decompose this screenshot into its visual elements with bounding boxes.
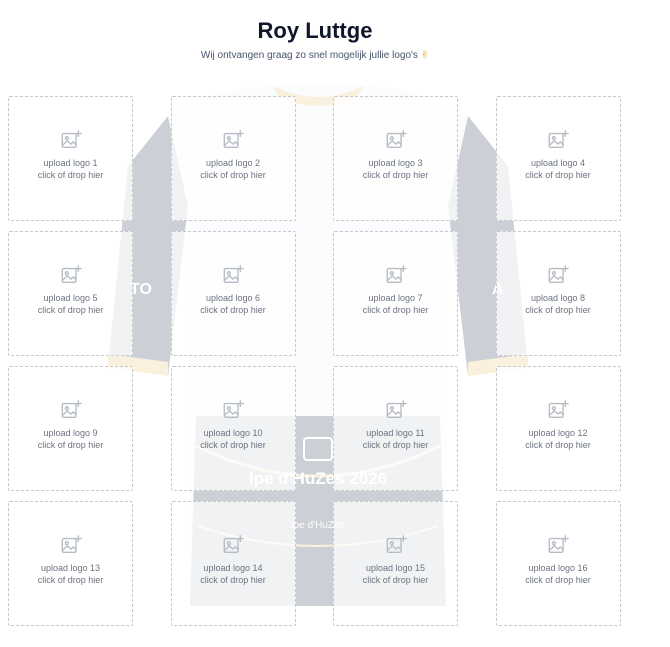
upload-slot-hint: click of drop hier [200, 304, 266, 315]
image-plus-icon [222, 399, 244, 421]
upload-slot-8[interactable]: upload logo 8 click of drop hier [495, 231, 621, 356]
page-title: Roy Luttge [257, 18, 373, 43]
upload-slot-label: upload logo 4 [530, 157, 586, 168]
upload-slot-14[interactable]: upload logo 14 click of drop hier [170, 501, 296, 626]
upload-grid: upload logo 1 click of drop hier upload … [8, 96, 621, 626]
upload-slot-hint: click of drop hier [37, 304, 104, 315]
image-plus-icon [547, 264, 569, 286]
upload-slot-12[interactable]: upload logo 12 click of drop hier [495, 366, 621, 491]
upload-slot-label: upload logo 1 [43, 157, 98, 168]
upload-slot-label: upload logo 9 [43, 427, 98, 438]
upload-slot-1[interactable]: upload logo 1 click of drop hier [8, 96, 133, 221]
upload-slot-hint: click of drop hier [362, 304, 429, 315]
image-plus-icon [385, 534, 407, 556]
upload-slot-hint: click of drop hier [37, 169, 104, 180]
upload-slot-label: upload logo 11 [366, 427, 425, 438]
upload-slot-9[interactable]: upload logo 9 click of drop hier [8, 366, 133, 491]
upload-slot-label: upload logo 6 [205, 292, 261, 303]
image-plus-icon [385, 264, 407, 286]
upload-slot-11[interactable]: upload logo 11 click of drop hier [333, 366, 458, 491]
upload-slot-hint: click of drop hier [525, 574, 591, 585]
victory-hand-emoji: ✌ [420, 50, 430, 61]
page-subtitle: Wij ontvangen graag zo snel mogelijk jul… [0, 50, 630, 61]
upload-slot-4[interactable]: upload logo 4 click of drop hier [495, 96, 621, 221]
upload-slot-15[interactable]: upload logo 15 click of drop hier [333, 501, 458, 626]
upload-slot-6[interactable]: upload logo 6 click of drop hier [170, 231, 296, 356]
upload-slot-hint: click of drop hier [525, 169, 591, 180]
upload-slot-label: upload logo 7 [368, 292, 423, 303]
upload-slot-hint: click of drop hier [200, 439, 266, 450]
subtitle-text: Wij ontvangen graag zo snel mogelijk jul… [200, 50, 418, 61]
image-plus-icon [547, 399, 569, 421]
image-plus-icon [385, 399, 407, 421]
image-plus-icon [385, 129, 407, 151]
upload-slot-label: upload logo 10 [203, 427, 263, 438]
upload-slot-hint: click of drop hier [37, 439, 104, 450]
upload-slot-label: upload logo 8 [530, 292, 586, 303]
upload-slot-7[interactable]: upload logo 7 click of drop hier [333, 231, 458, 356]
image-plus-icon [60, 399, 82, 421]
upload-slot-hint: click of drop hier [200, 574, 266, 585]
image-plus-icon [547, 129, 569, 151]
upload-slot-10[interactable]: upload logo 10 click of drop hier [170, 366, 296, 491]
upload-slot-label: upload logo 13 [40, 562, 101, 573]
image-plus-icon [222, 129, 244, 151]
image-plus-icon [60, 264, 82, 286]
upload-slot-hint: click of drop hier [362, 169, 429, 180]
upload-slot-13[interactable]: upload logo 13 click of drop hier [8, 501, 133, 626]
upload-slot-3[interactable]: upload logo 3 click of drop hier [333, 96, 458, 221]
upload-slot-label: upload logo 14 [203, 562, 263, 573]
upload-slot-label: upload logo 2 [205, 157, 261, 168]
image-plus-icon [60, 534, 82, 556]
upload-slot-hint: click of drop hier [200, 169, 266, 180]
upload-slot-label: upload logo 16 [528, 562, 588, 573]
upload-slot-hint: click of drop hier [362, 439, 429, 450]
upload-slot-label: upload logo 15 [365, 562, 426, 573]
upload-slot-5[interactable]: upload logo 5 click of drop hier [8, 231, 133, 356]
upload-slot-2[interactable]: upload logo 2 click of drop hier [170, 96, 296, 221]
upload-slot-hint: click of drop hier [37, 574, 104, 585]
upload-slot-hint: click of drop hier [525, 439, 591, 450]
image-plus-icon [60, 129, 82, 151]
upload-slot-label: upload logo 3 [368, 157, 423, 168]
upload-slot-hint: click of drop hier [525, 304, 591, 315]
image-plus-icon [222, 264, 244, 286]
upload-slot-label: upload logo 5 [43, 292, 98, 303]
upload-slot-label: upload logo 12 [528, 427, 588, 438]
image-plus-icon [547, 534, 569, 556]
upload-slot-16[interactable]: upload logo 16 click of drop hier [495, 501, 621, 626]
image-plus-icon [222, 534, 244, 556]
upload-slot-hint: click of drop hier [362, 574, 429, 585]
